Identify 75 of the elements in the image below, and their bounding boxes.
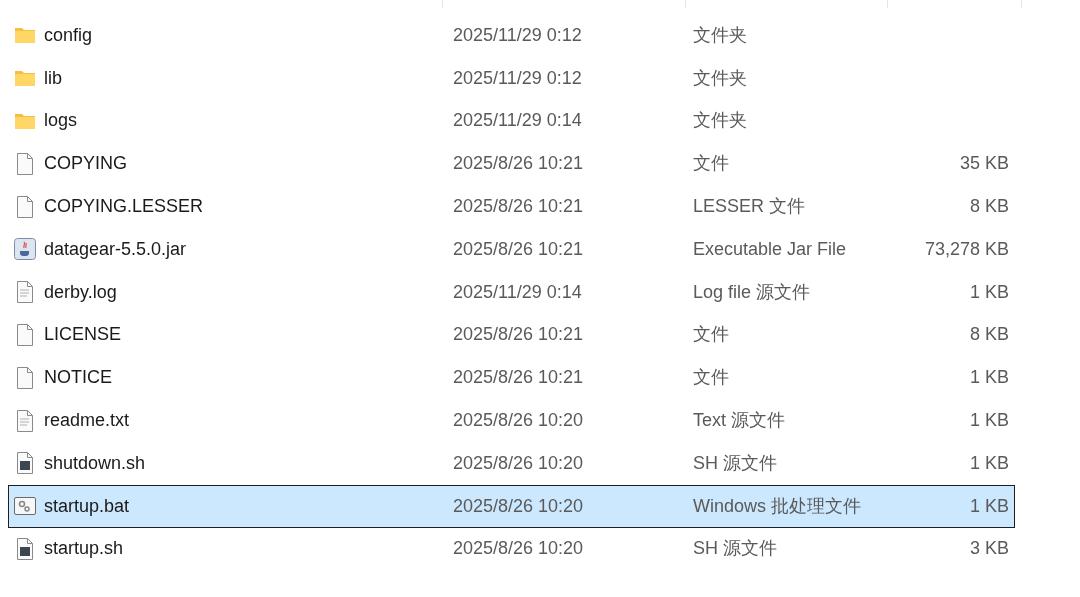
file-row[interactable]: datagear-5.5.0.jar 2025/8/26 10:21 Executable Jar File 73,278 KB [8, 228, 1015, 271]
file-size: 1 KB [969, 280, 1009, 304]
file-size: 1 KB [969, 366, 1009, 390]
folder-icon [14, 112, 36, 130]
text-document-icon [16, 409, 34, 432]
file-name: shutdown.sh [44, 451, 146, 475]
file-type: Log file 源文件 [693, 281, 811, 302]
modified-date: 2025/8/26 10:21 [453, 196, 584, 217]
file-row[interactable]: logs 2025/11/29 0:14 文件夹 [8, 99, 1015, 143]
file-type: 文件夹 [693, 110, 747, 131]
file-name: LICENSE [44, 323, 122, 347]
modified-date: 2025/8/26 10:20 [453, 410, 584, 431]
document-icon [16, 366, 34, 389]
file-row[interactable]: shutdown.sh 2025/8/26 10:20 SH 源文件 1 KB [8, 441, 1015, 485]
file-name: COPYING.LESSER [44, 195, 204, 219]
modified-date: 2025/8/26 10:20 [453, 495, 584, 516]
file-size: 8 KB [969, 323, 1009, 347]
file-name: startup.bat [44, 494, 130, 518]
file-size: 35 KB [959, 152, 1009, 176]
modified-date: 2025/11/29 0:12 [453, 24, 582, 45]
file-row[interactable]: LICENSE 2025/8/26 10:21 文件 8 KB [8, 313, 1015, 357]
modified-date: 2025/11/29 0:12 [453, 67, 582, 88]
file-row[interactable]: COPYING.LESSER 2025/8/26 10:21 LESSER 文件 8 KB [8, 185, 1015, 228]
file-name: config [44, 23, 93, 47]
modified-date: 2025/8/26 10:20 [453, 452, 584, 473]
document-icon [16, 195, 34, 218]
file-size: 1 KB [969, 409, 1009, 433]
file-row[interactable]: readme.txt 2025/8/26 10:20 Text 源文件 1 KB [8, 399, 1015, 442]
file-name: derby.log [44, 280, 117, 304]
file-name: NOTICE [44, 366, 112, 390]
file-type: Text 源文件 [693, 410, 785, 431]
gears-icon [14, 497, 36, 516]
file-type: 文件 [693, 324, 729, 345]
file-name: startup.sh [44, 537, 124, 561]
file-name: COPYING [44, 152, 127, 176]
file-name: datagear-5.5.0.jar [44, 237, 187, 261]
modified-date: 2025/8/26 10:21 [453, 367, 584, 388]
file-type: SH 源文件 [693, 538, 777, 559]
file-row[interactable]: COPYING 2025/8/26 10:21 文件 35 KB [8, 142, 1015, 186]
file-row[interactable]: startup.sh 2025/8/26 10:20 SH 源文件 3 KB [8, 527, 1015, 571]
modified-date: 2025/8/26 10:21 [453, 324, 584, 345]
file-type: 文件夹 [693, 24, 747, 45]
modified-date: 2025/8/26 10:21 [453, 153, 584, 174]
file-size: 8 KB [969, 195, 1009, 219]
modified-date: 2025/11/29 0:14 [453, 110, 582, 131]
file-name: readme.txt [44, 409, 130, 433]
file-type: Executable Jar File [693, 238, 847, 259]
file-name: lib [44, 66, 62, 90]
file-size: 1 KB [969, 494, 1009, 518]
file-name: logs [44, 109, 78, 133]
document-icon [16, 323, 34, 346]
file-size: 73,278 KB [924, 237, 1009, 261]
modified-date: 2025/8/26 10:21 [453, 238, 584, 259]
file-type: LESSER 文件 [693, 196, 806, 217]
script-document-icon [16, 537, 34, 560]
file-row[interactable]: startup.bat 2025/8/26 10:20 Windows 批处理文件 1 KB [8, 484, 1015, 528]
file-row[interactable]: NOTICE 2025/8/26 10:21 文件 1 KB [8, 356, 1015, 400]
file-row[interactable]: config 2025/11/29 0:12 文件夹 [8, 14, 1015, 57]
file-type: 文件夹 [693, 67, 747, 88]
folder-icon [14, 69, 36, 88]
file-type: Windows 批处理文件 [693, 495, 862, 516]
file-type: 文件 [693, 153, 729, 174]
folder-icon [14, 26, 36, 45]
file-row[interactable]: derby.log 2025/11/29 0:14 Log file 源文件 1 KB [8, 270, 1015, 314]
modified-date: 2025/8/26 10:20 [453, 538, 584, 559]
file-size: 3 KB [969, 537, 1009, 561]
coffee-cup-icon [14, 238, 36, 261]
file-type: SH 源文件 [693, 452, 777, 473]
modified-date: 2025/11/29 0:14 [453, 281, 582, 302]
document-icon [16, 152, 34, 175]
text-document-icon [16, 281, 34, 304]
script-document-icon [16, 452, 34, 475]
file-row[interactable]: lib 2025/11/29 0:12 文件夹 [8, 56, 1015, 100]
file-type: 文件 [693, 367, 729, 388]
file-size: 1 KB [969, 451, 1009, 475]
